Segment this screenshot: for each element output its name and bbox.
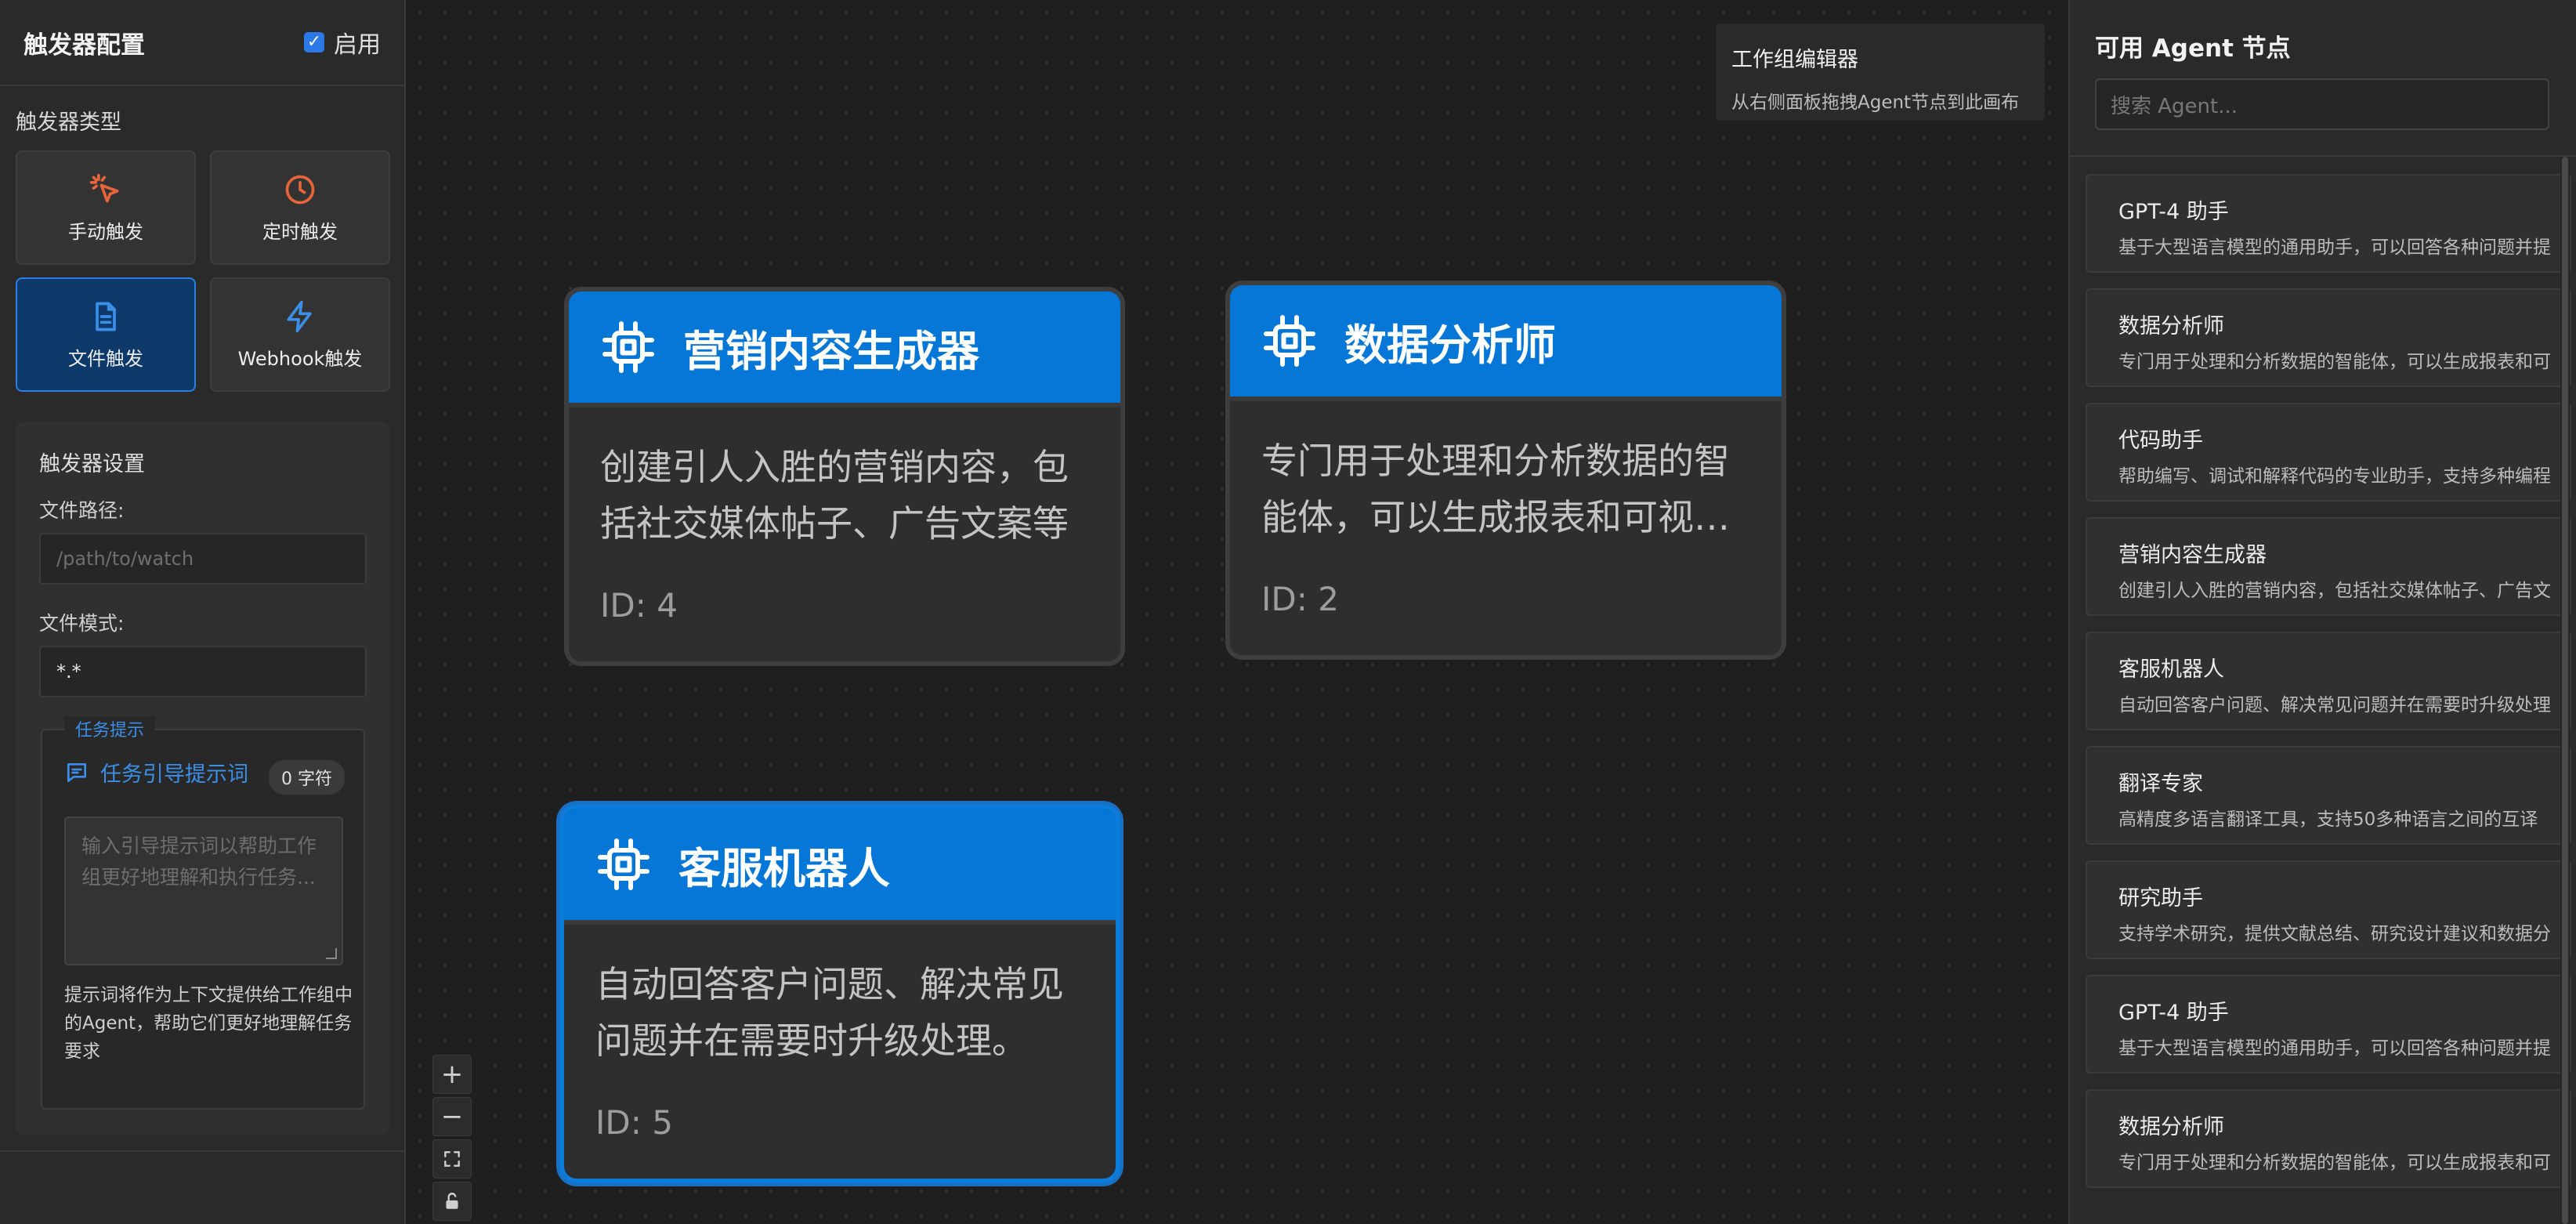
cpu-chip-icon bbox=[598, 838, 649, 890]
enable-label: 启用 bbox=[334, 31, 381, 59]
agent-node[interactable]: 数据分析师 专门用于处理和分析数据的智能体，可以生成报表和可视化图表 ID: 2 bbox=[1225, 281, 1786, 660]
zoom-out-button[interactable]: − bbox=[432, 1097, 472, 1136]
message-icon bbox=[67, 762, 86, 782]
agent-search-input[interactable]: 搜索 Agent... bbox=[2095, 78, 2549, 130]
agent-list-item[interactable]: 数据分析师 专门用于处理和分析数据的智能体，可以生成报表和可 bbox=[2086, 1089, 2571, 1188]
file-path-input[interactable]: /path/to/watch bbox=[39, 533, 367, 585]
trigger-settings-card: 触发器设置 文件路径: /path/to/watch 文件模式: *.* 任务提… bbox=[16, 422, 390, 1135]
trigger-manual-label: 手动触发 bbox=[68, 220, 143, 243]
zoom-controls: + − bbox=[432, 1055, 472, 1224]
task-prompt-group: 任务提示 任务引导提示词 0 字符 输入引导提示词以帮助工作组更好地理解和执行任… bbox=[41, 716, 365, 1110]
task-prompt-placeholder: 输入引导提示词以帮助工作组更好地理解和执行任务... bbox=[81, 835, 317, 889]
task-prompt-label: 任务引导提示词 bbox=[100, 762, 248, 787]
agent-item-description: 基于大型语言模型的通用助手，可以回答各种问题并提 bbox=[2118, 1038, 2551, 1059]
agent-item-name: GPT-4 助手 bbox=[2118, 200, 2229, 224]
fullscreen-icon bbox=[444, 1151, 460, 1167]
panel-title: 触发器配置 bbox=[24, 31, 145, 60]
agent-item-name: 翻译专家 bbox=[2118, 772, 2203, 796]
agent-item-description: 基于大型语言模型的通用助手，可以回答各种问题并提 bbox=[2118, 237, 2551, 258]
fit-view-button[interactable] bbox=[432, 1139, 472, 1179]
trigger-file-label: 文件触发 bbox=[68, 347, 143, 370]
agent-node-id: ID: 5 bbox=[595, 1103, 673, 1142]
agent-list: GPT-4 助手 基于大型语言模型的通用助手，可以回答各种问题并提 数据分析师 … bbox=[2086, 174, 2571, 1204]
agent-list-item[interactable]: GPT-4 助手 基于大型语言模型的通用助手，可以回答各种问题并提 bbox=[2086, 174, 2571, 273]
agent-library-title: 可用 Agent 节点 bbox=[2095, 34, 2291, 63]
cpu-chip-icon bbox=[602, 321, 654, 373]
agent-list-item[interactable]: 数据分析师 专门用于处理和分析数据的智能体，可以生成报表和可 bbox=[2086, 288, 2571, 387]
enable-checkbox[interactable]: ✓ bbox=[304, 32, 324, 53]
agent-node-selected[interactable]: 客服机器人 自动回答客户问题、解决常见问题并在需要时升级处理。 ID: 5 bbox=[559, 804, 1120, 1183]
agent-item-name: GPT-4 助手 bbox=[2118, 1001, 2229, 1025]
agent-node-title: 营销内容生成器 bbox=[683, 326, 979, 376]
char-count-badge: 0 字符 bbox=[269, 760, 345, 795]
agent-node-id: ID: 4 bbox=[600, 586, 678, 625]
editor-tip-subtitle: 从右侧面板拖拽Agent节点到此画布 bbox=[1731, 92, 2020, 113]
agent-item-description: 高精度多语言翻译工具，支持50多种语言之间的互译 bbox=[2118, 809, 2538, 830]
trigger-webhook-label: Webhook触发 bbox=[237, 347, 363, 370]
enable-toggle[interactable]: ✓ 启用 bbox=[304, 25, 381, 60]
agent-node-header[interactable]: 数据分析师 bbox=[1230, 285, 1782, 401]
trigger-webhook-button[interactable]: Webhook触发 bbox=[210, 277, 390, 392]
resize-grip-icon[interactable] bbox=[326, 948, 337, 959]
agent-item-description: 创建引人入胜的营销内容，包括社交媒体帖子、广告文 bbox=[2118, 581, 2551, 601]
editor-tip-title: 工作组编辑器 bbox=[1731, 48, 1858, 72]
trigger-file-button[interactable]: 文件触发 bbox=[16, 277, 196, 392]
agent-node[interactable]: 营销内容生成器 创建引人入胜的营销内容，包括社交媒体帖子、广告文案等 ID: 4 bbox=[564, 287, 1125, 666]
agent-node-id: ID: 2 bbox=[1261, 580, 1339, 618]
trigger-schedule-label: 定时触发 bbox=[262, 220, 338, 243]
agent-node-header[interactable]: 营销内容生成器 bbox=[569, 292, 1120, 407]
file-icon bbox=[96, 302, 116, 331]
agent-item-description: 帮助编写、调试和解释代码的专业助手，支持多种编程 bbox=[2118, 466, 2551, 487]
file-path-label: 文件路径: bbox=[39, 499, 125, 522]
task-prompt-textarea[interactable]: 输入引导提示词以帮助工作组更好地理解和执行任务... bbox=[64, 817, 343, 965]
agent-list-item[interactable]: 客服机器人 自动回答客户问题、解决常见问题并在需要时升级处理 bbox=[2086, 632, 2571, 730]
zoom-in-button[interactable]: + bbox=[432, 1055, 472, 1094]
agent-item-description: 支持学术研究，提供文献总结、研究设计建议和数据分 bbox=[2118, 924, 2551, 944]
agent-node-description: 创建引人入胜的营销内容，包括社交媒体帖子、广告文案等 bbox=[600, 446, 1069, 545]
workflow-canvas[interactable]: 工作组编辑器 从右侧面板拖拽Agent节点到此画布 营销内容生成器 创建引人入胜… bbox=[407, 0, 2068, 1224]
cursor-click-icon bbox=[89, 173, 119, 202]
agent-item-name: 研究助手 bbox=[2118, 886, 2203, 911]
agent-library-panel: 可用 Agent 节点 搜索 Agent... GPT-4 助手 基于大型语言模… bbox=[2068, 0, 2576, 1224]
agent-item-description: 自动回答客户问题、解决常见问题并在需要时升级处理 bbox=[2118, 695, 2551, 715]
lock-icon bbox=[446, 1193, 458, 1209]
panel-divider bbox=[2070, 155, 2576, 157]
lock-button[interactable] bbox=[432, 1182, 472, 1221]
trigger-manual-button[interactable]: 手动触发 bbox=[16, 150, 196, 265]
trigger-config-header: 触发器配置 ✓ 启用 bbox=[0, 0, 404, 86]
file-pattern-input[interactable]: *.* bbox=[39, 646, 367, 697]
agent-list-item[interactable]: GPT-4 助手 基于大型语言模型的通用助手，可以回答各种问题并提 bbox=[2086, 975, 2571, 1074]
agent-item-description: 专门用于处理和分析数据的智能体，可以生成报表和可 bbox=[2118, 1153, 2551, 1173]
agent-list-item[interactable]: 代码助手 帮助编写、调试和解释代码的专业助手，支持多种编程 bbox=[2086, 403, 2571, 502]
agent-list-item[interactable]: 营销内容生成器 创建引人入胜的营销内容，包括社交媒体帖子、广告文 bbox=[2086, 517, 2571, 616]
agent-node-description: 专门用于处理和分析数据的智能体，可以生成报表和可视化图表 bbox=[1261, 440, 1730, 538]
agent-item-name: 数据分析师 bbox=[2118, 1115, 2224, 1139]
editor-tip: 工作组编辑器 从右侧面板拖拽Agent节点到此画布 bbox=[1716, 24, 2045, 121]
trigger-config-panel: 触发器配置 ✓ 启用 触发器类型 手动触发 定时触发 文件触发 Webhook触… bbox=[0, 0, 406, 1224]
task-prompt-tag: 任务提示 bbox=[64, 716, 156, 741]
bolt-icon bbox=[287, 300, 312, 332]
cpu-chip-icon bbox=[1264, 315, 1315, 367]
agent-item-description: 专门用于处理和分析数据的智能体，可以生成报表和可 bbox=[2118, 352, 2551, 372]
panel-divider bbox=[0, 1150, 406, 1152]
agent-list-item[interactable]: 研究助手 支持学术研究，提供文献总结、研究设计建议和数据分 bbox=[2086, 860, 2571, 959]
clock-icon bbox=[285, 175, 315, 204]
trigger-schedule-button[interactable]: 定时触发 bbox=[210, 150, 390, 265]
agent-list-item[interactable]: 翻译专家 高精度多语言翻译工具，支持50多种语言之间的互译 bbox=[2086, 746, 2571, 845]
agent-node-title: 数据分析师 bbox=[1344, 320, 1556, 370]
agent-item-name: 代码助手 bbox=[2118, 429, 2203, 453]
task-prompt-header: 任务引导提示词 bbox=[64, 757, 248, 788]
task-prompt-help: 提示词将作为上下文提供给工作组中的Agent，帮助它们更好地理解任务要求 bbox=[64, 985, 353, 1062]
agent-item-name: 数据分析师 bbox=[2118, 314, 2224, 339]
settings-title: 触发器设置 bbox=[39, 452, 145, 476]
agent-item-name: 客服机器人 bbox=[2118, 657, 2224, 682]
agent-node-title: 客服机器人 bbox=[678, 843, 890, 893]
trigger-type-label: 触发器类型 bbox=[16, 110, 121, 135]
agent-node-description: 自动回答客户问题、解决常见问题并在需要时升级处理。 bbox=[595, 963, 1064, 1062]
file-pattern-label: 文件模式: bbox=[39, 612, 125, 635]
agent-node-header[interactable]: 客服机器人 bbox=[564, 809, 1116, 925]
agent-item-name: 营销内容生成器 bbox=[2118, 543, 2267, 567]
agent-list-scrollbar-thumb[interactable] bbox=[2562, 157, 2568, 1224]
